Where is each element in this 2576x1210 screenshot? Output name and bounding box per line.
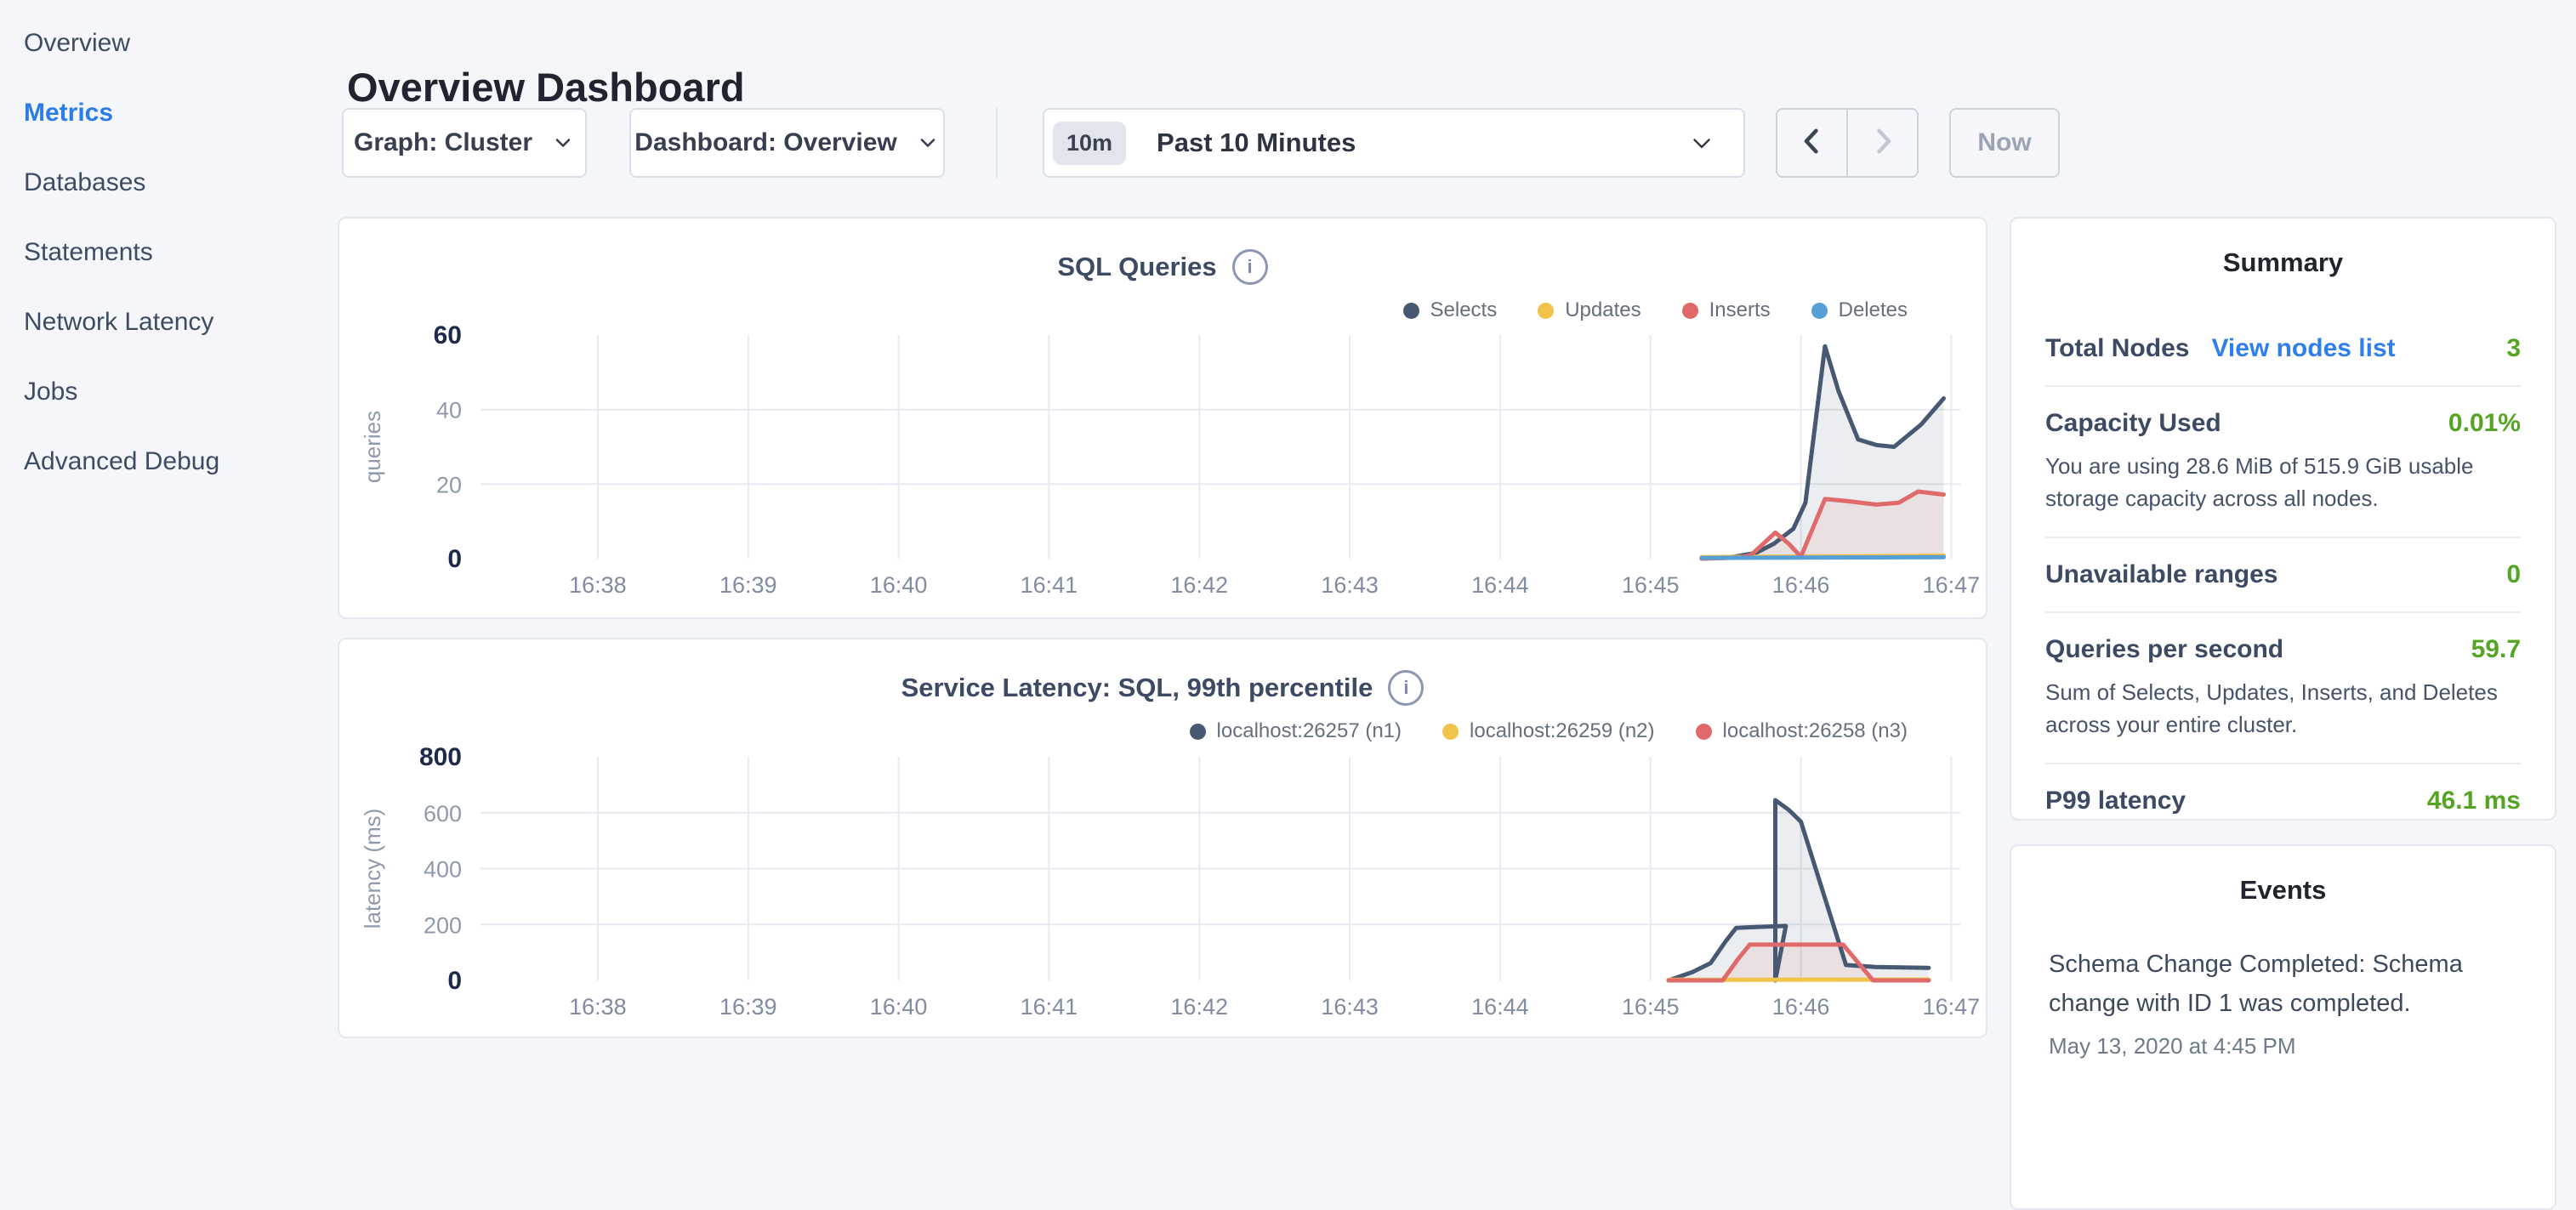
summary-row-label: P99 latency [2045, 787, 2186, 815]
sidebar-item-advanced-debug[interactable]: Advanced Debug [0, 427, 338, 497]
x-tick-label: 16:46 [1772, 572, 1830, 598]
summary-row-head: Total Nodes View nodes list 3 [2045, 334, 2521, 363]
summary-row: Capacity Used 0.01% You are using 28.6 MiB… [2045, 385, 2521, 537]
summary-row-value: 0.01% [2448, 409, 2521, 438]
header-divider [996, 108, 998, 178]
page-title: Overview Dashboard [347, 64, 745, 111]
summary-row-label: Total Nodes [2045, 334, 2189, 363]
x-tick-label: 16:47 [1923, 994, 1981, 1020]
x-tick-label: 16:45 [1622, 994, 1680, 1020]
summary-row-label: Unavailable ranges [2045, 560, 2277, 589]
x-tick-label: 16:38 [569, 994, 627, 1020]
chevron-down-icon [916, 131, 940, 155]
y-tick-label: 0 [447, 545, 462, 573]
chevron-down-icon [1687, 128, 1716, 157]
x-tick-label: 16:46 [1772, 994, 1830, 1020]
sql-queries-card: SQL Queries i SelectsUpdatesInsertsDelet… [338, 217, 1987, 619]
summary-row-value: 0 [2506, 560, 2521, 589]
dashboard-dropdown[interactable]: Dashboard: Overview [629, 108, 945, 178]
y-tick-label: 0 [447, 967, 462, 995]
sidebar-item-overview[interactable]: Overview [0, 9, 338, 78]
next-time-button[interactable] [1848, 110, 1917, 176]
view-nodes-link[interactable]: View nodes list [2211, 334, 2395, 363]
summary-title: Summary [2011, 247, 2555, 278]
chevron-down-icon [551, 131, 575, 155]
x-tick-label: 16:45 [1622, 572, 1680, 598]
chevron-left-icon [1794, 123, 1830, 163]
summary-row-head: Queries per second 59.7 [2045, 635, 2521, 664]
time-range-badge: 10m [1053, 122, 1126, 165]
sidebar-item-databases[interactable]: Databases [0, 148, 338, 218]
sidebar-item-metrics[interactable]: Metrics [0, 78, 338, 148]
y-tick-label: 400 [424, 857, 462, 883]
graph-dropdown[interactable]: Graph: Cluster [342, 108, 587, 178]
x-tick-label: 16:42 [1170, 572, 1228, 598]
service-latency-chart[interactable]: 16:38 16:39 16:40 16:41 16:42 16:43 16:44 16:45… [339, 639, 1989, 1040]
x-tick-label: 16:41 [1021, 572, 1078, 598]
summary-row-description: Sum of Selects, Updates, Inserts, and De… [2045, 676, 2521, 741]
time-range-dropdown[interactable]: 10m Past 10 Minutes [1043, 108, 1745, 178]
now-button[interactable]: Now [1949, 108, 2060, 178]
x-tick-label: 16:40 [870, 572, 928, 598]
y-axis-label: queries [360, 411, 385, 483]
x-tick-label: 16:43 [1321, 572, 1379, 598]
y-tick-label: 20 [436, 472, 462, 497]
summary-rows: Total Nodes View nodes list 3 Capacity Used… [2045, 312, 2521, 838]
previous-time-button[interactable] [1777, 110, 1848, 176]
sidebar-item-jobs[interactable]: Jobs [0, 357, 338, 427]
y-tick-label: 40 [436, 398, 462, 423]
y-tick-label: 600 [424, 801, 462, 827]
summary-row-label: Queries per second [2045, 635, 2283, 664]
summary-row: Queries per second 59.7 Sum of Selects, Up… [2045, 611, 2521, 763]
series-line [1702, 557, 1944, 558]
x-tick-label: 16:39 [719, 572, 777, 598]
summary-row-head: Capacity Used 0.01% [2045, 409, 2521, 438]
event-text: Schema Change Completed: Schema change w… [2049, 945, 2517, 1023]
chevron-right-icon [1865, 123, 1901, 163]
x-tick-label: 16:42 [1170, 994, 1228, 1020]
summary-row: Total Nodes View nodes list 3 [2045, 312, 2521, 385]
summary-row-label: Capacity Used [2045, 409, 2221, 438]
summary-row-value: 59.7 [2471, 635, 2521, 664]
sidebar: OverviewMetricsDatabasesStatementsNetwor… [0, 0, 338, 1051]
x-tick-label: 16:43 [1321, 994, 1379, 1020]
x-tick-label: 16:40 [870, 994, 928, 1020]
event-timestamp: May 13, 2020 at 4:45 PM [2049, 1033, 2517, 1059]
summary-row-head: Unavailable ranges 0 [2045, 560, 2521, 589]
events-panel: Events Schema Change Completed: Schema c… [2010, 844, 2556, 1210]
events-list: Schema Change Completed: Schema change w… [2011, 945, 2555, 1059]
summary-panel: Summary Total Nodes View nodes list 3 Capac… [2010, 217, 2556, 821]
y-tick-label: 200 [424, 912, 462, 938]
y-axis-label: latency (ms) [360, 809, 385, 929]
x-tick-label: 16:47 [1923, 572, 1981, 598]
event-item[interactable]: Schema Change Completed: Schema change w… [2049, 945, 2517, 1059]
x-tick-label: 16:44 [1471, 572, 1529, 598]
x-tick-label: 16:38 [569, 572, 627, 598]
summary-row-description: You are using 28.6 MiB of 515.9 GiB usab… [2045, 450, 2521, 514]
y-tick-label: 60 [434, 321, 462, 349]
events-title: Events [2011, 875, 2555, 906]
dashboard-dropdown-label: Dashboard: Overview [634, 128, 896, 157]
time-step-buttons [1776, 108, 1919, 178]
x-tick-label: 16:39 [719, 994, 777, 1020]
sidebar-item-statements[interactable]: Statements [0, 218, 338, 287]
summary-row: Unavailable ranges 0 [2045, 537, 2521, 611]
summary-row-head: P99 latency 46.1 ms [2045, 787, 2521, 815]
y-tick-label: 800 [419, 743, 462, 771]
graph-dropdown-label: Graph: Cluster [354, 128, 532, 157]
x-tick-label: 16:44 [1471, 994, 1529, 1020]
x-tick-label: 16:41 [1021, 994, 1078, 1020]
summary-row: P99 latency 46.1 ms [2045, 763, 2521, 838]
time-range-label: Past 10 Minutes [1157, 128, 1356, 158]
sql-queries-chart[interactable]: 16:38 16:39 16:40 16:41 16:42 16:43 16:44 16:45… [339, 219, 1989, 621]
summary-row-value: 3 [2506, 334, 2521, 363]
summary-row-value: 46.1 ms [2427, 787, 2521, 815]
sidebar-item-network-latency[interactable]: Network Latency [0, 287, 338, 357]
service-latency-card: Service Latency: SQL, 99th percentile i … [338, 638, 1987, 1038]
